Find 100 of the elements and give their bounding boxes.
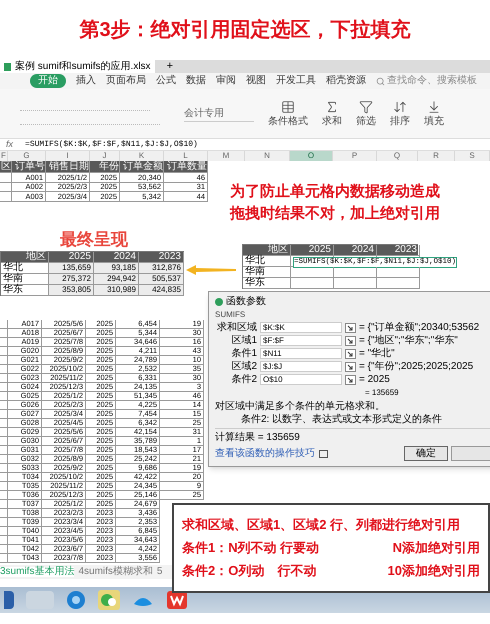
column-heading: 区 [0,161,12,173]
page-title: 第3步：绝对引用固定选区，下拉填充 [79,18,411,43]
table-cell: 424,835 [139,284,184,296]
file-icon [4,62,11,70]
sort-icon [393,100,407,114]
column-header[interactable]: M [208,151,245,161]
table-cell: 310,989 [94,284,139,296]
argument-field[interactable]: $J:$J [260,361,342,372]
file-tab[interactable]: 案例 sumif和sumifs的应用.xlsx [0,60,155,73]
column-heading: 订单数量 [164,161,208,173]
table-cell: 华南 [243,267,291,278]
column-heading: 订单金额 [120,161,164,173]
collapse-icon[interactable] [345,374,356,384]
callout-text: 求和区域、区域1、区域2 行、列都进行绝对引用 [182,517,460,533]
chat-app-icon[interactable] [98,590,120,610]
ribbon-tool[interactable]: 求和 [322,100,342,127]
argument-field[interactable]: $F:$F [260,335,342,346]
argument-preview: = {"地区";"华东";"华东" [359,336,458,346]
sheet-tab[interactable]: 4sumifs模糊求和 [78,567,153,577]
play-icon[interactable] [319,450,328,458]
calculation-result: 计算结果 = 135659 [215,431,301,444]
column-heading: 销售日期 [46,161,90,173]
menu-tab[interactable]: 插入 [76,76,96,86]
table-cell: 华东 [243,278,291,289]
function-name: SUMIFS [215,309,246,321]
ribbon-tool[interactable]: 填充 [424,100,444,127]
fx-label: fx [6,140,14,149]
menu-tab[interactable]: 视图 [246,76,266,86]
table-cell: 275,372 [49,274,94,284]
argument-label: 条件1 [230,348,257,358]
browser-icon[interactable] [66,590,86,610]
table-cell: 93,185 [94,262,139,274]
column-header[interactable]: R [418,151,455,161]
start-icon[interactable] [4,591,14,609]
sum-icon [325,100,339,114]
table-cell [334,267,377,278]
menu-tab[interactable]: 公式 [156,76,176,86]
column-heading: 订单号 [12,161,46,173]
table-cell: 353,805 [49,284,94,296]
filter-icon [359,100,373,114]
menu-tab[interactable]: 开发工具 [276,76,316,86]
argument-label: 区域1 [230,336,257,346]
callout-text: 条件2：O列动 行不动 [182,563,316,579]
menu-tab[interactable]: 数据 [186,76,206,86]
number-format-dropdown[interactable]: 会计专用 [184,106,254,122]
collapse-icon[interactable] [345,348,356,358]
column-heading: 地区 [243,245,291,256]
column-header[interactable]: P [333,151,377,161]
argument-field[interactable]: O$10 [260,374,342,385]
table-cell [0,182,12,192]
help-link[interactable]: 查看该函数的操作技巧 [215,448,315,458]
column-header[interactable]: O [290,151,333,161]
table-cell: 312,876 [139,262,184,274]
table-cell [334,278,377,289]
function-description: 对区域中满足多个条件的单元格求和。 [215,400,386,413]
table-cell [291,267,334,278]
ok-button[interactable]: 确定 [404,446,448,461]
final-caption: 最终呈现 [60,230,129,250]
argument-preview: = {"订单金额";20340;53562 [359,322,480,332]
menu-tab[interactable]: 审阅 [216,76,236,86]
table-cell [377,267,420,278]
column-heading: 地区 [1,252,49,262]
collapse-icon[interactable] [345,362,356,372]
note-text: 为了防止单元格内数据移动造成 [230,183,441,201]
callout-text: N添加绝对引用 [392,540,480,556]
table-cell [0,173,12,182]
collapse-icon[interactable] [345,336,356,346]
office-app-icon[interactable] [166,590,188,610]
search-icon [376,76,385,86]
argument-help: 条件2: 以数字、表达式或文本形式定义的条件 [241,413,444,426]
argument-label: 条件2 [230,374,257,384]
ribbon-tool[interactable]: 排序 [390,100,410,127]
table-cell [377,278,420,289]
new-tab-button[interactable]: + [166,60,173,73]
table-icon [281,100,295,114]
ribbon-tool[interactable]: 筛选 [356,100,376,127]
column-header[interactable]: Q [377,151,418,161]
formula-input[interactable]: =SUMIFS($K:$K,$F:$F,$N11,$J:$J,O$10) [25,140,198,148]
argument-label: 求和区域 [216,322,257,332]
argument-preview: = 2025 [359,374,390,384]
column-heading: 2024 [334,245,377,256]
argument-field[interactable]: $N11 [260,348,342,359]
menu-tab[interactable]: 页面布局 [106,76,146,86]
table-cell [291,278,334,289]
argument-preview: = {"年份";2025;2025;2025 [359,362,474,372]
table-cell: 294,942 [94,274,139,284]
argument-label: 区域2 [230,362,257,372]
argument-preview: = "华北" [359,348,395,358]
menu-tab[interactable]: 稻壳资源 [326,76,366,86]
table-cell: 135,659 [49,262,94,274]
collapse-icon[interactable] [345,322,356,332]
dialog-title: 函数参数 [226,297,266,307]
note-text: 拖拽时结果不对，加上绝对引用 [230,205,441,223]
sheet-tab[interactable]: 5 [156,567,162,577]
column-header[interactable]: S [455,151,490,161]
column-heading: 年份 [90,161,120,173]
ribbon-tool[interactable]: 条件格式 [268,100,308,127]
callout-text: 条件1：N列不动 行要动 [182,540,320,556]
argument-field[interactable]: $K:$K [260,322,342,333]
result-preview: = 135659 [365,387,400,399]
